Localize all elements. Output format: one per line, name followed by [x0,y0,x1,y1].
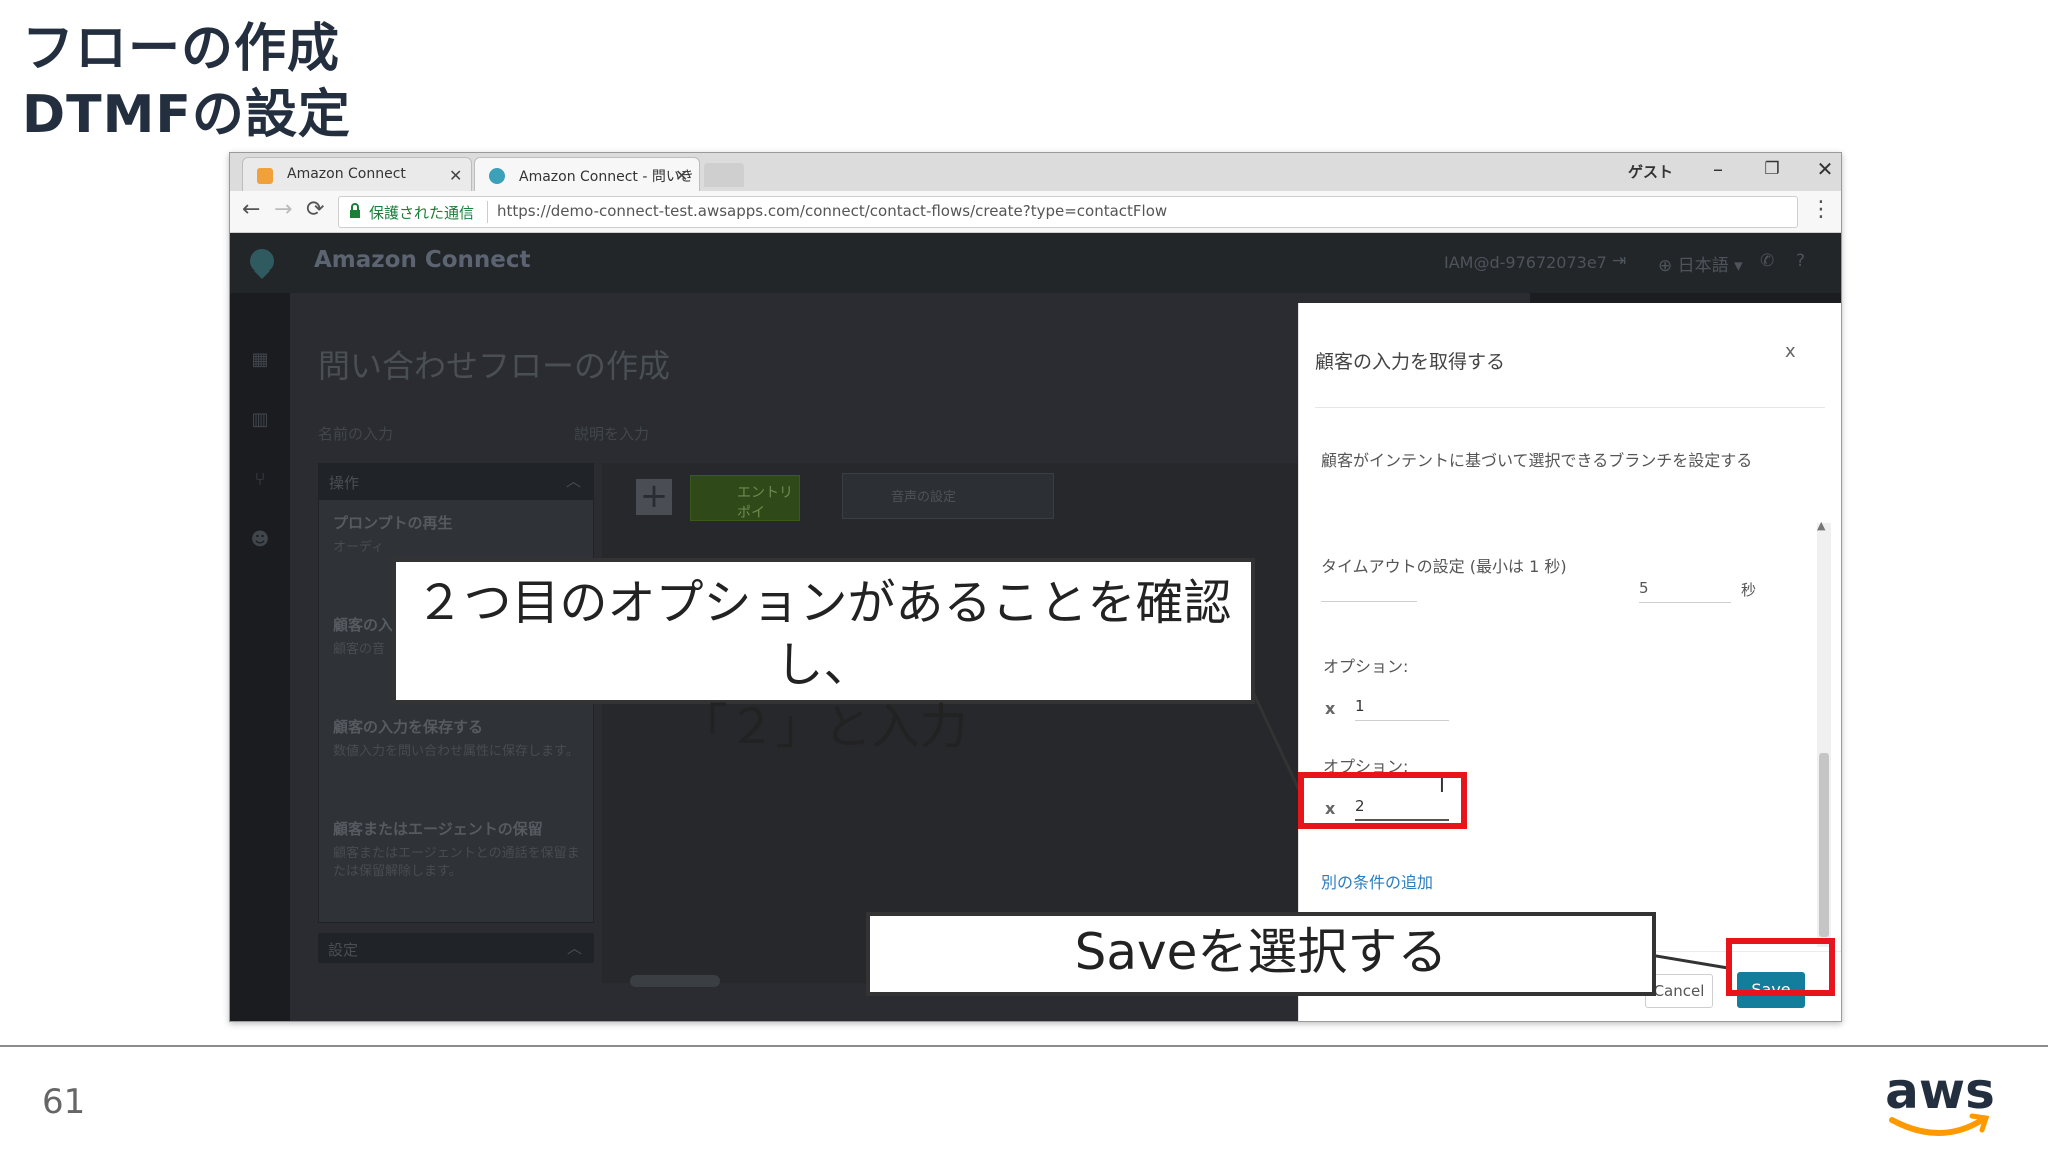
save-button-highlight [1726,938,1835,996]
footer-divider [0,1045,2048,1047]
option-callout: ２つ目のオプションがあることを確認し、 「２」と入力 [392,558,1255,755]
callout-line: ２つ目のオプションがあることを確認し、 [415,575,1232,693]
callout-line: 「２」と入力 [679,699,968,755]
option-2-highlight [1298,772,1467,829]
aws-logo: aws [1880,1062,2000,1142]
callout-leader-line [1643,952,1729,970]
aws-smile-icon [1889,1113,1990,1136]
page-number: 61 [42,1082,86,1122]
save-callout: Saveを選択する [866,912,1656,996]
